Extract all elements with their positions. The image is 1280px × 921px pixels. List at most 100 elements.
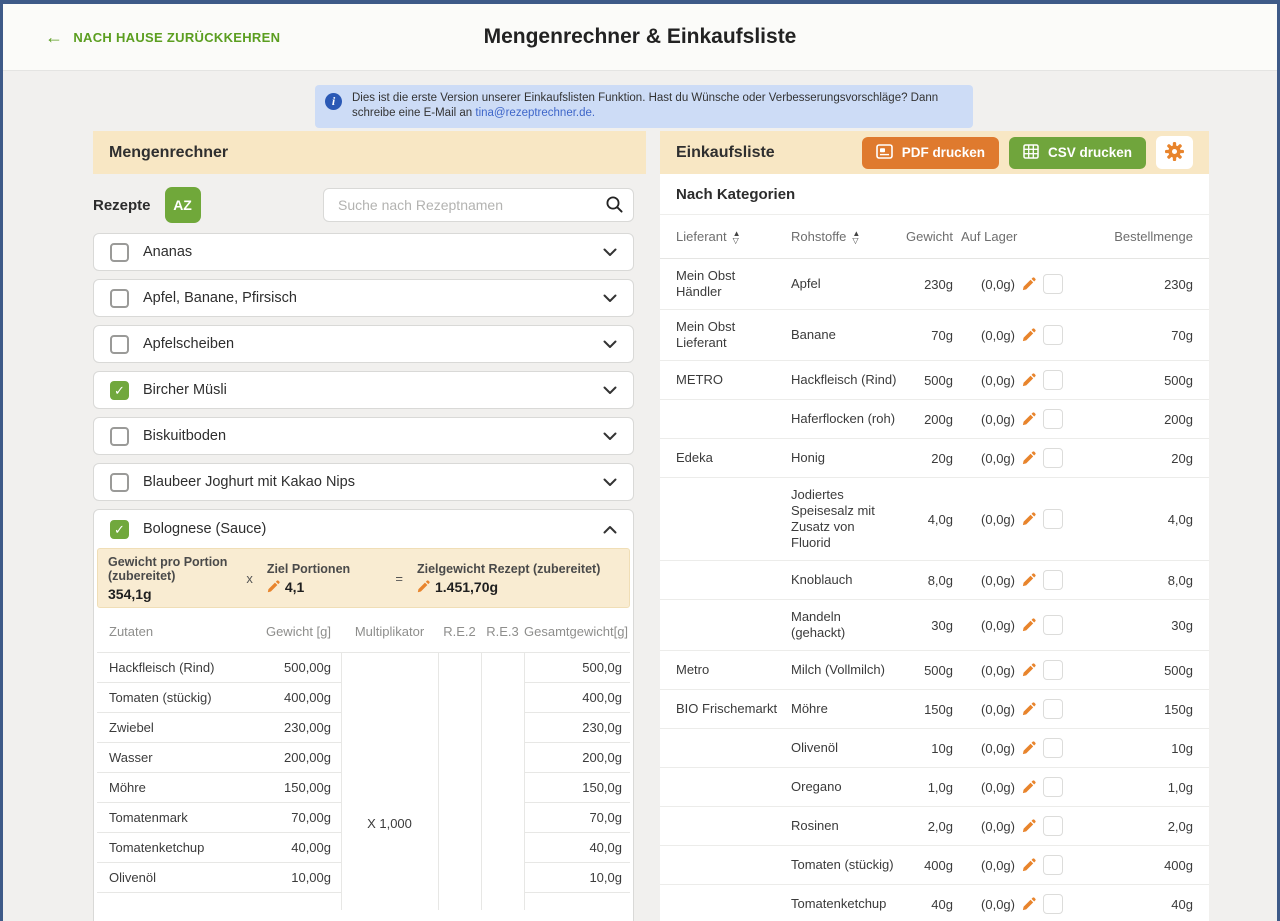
recipe-checkbox[interactable]	[110, 243, 129, 262]
item-cell: Haferflocken (roh)	[791, 411, 903, 427]
edit-pencil-icon[interactable]	[1022, 277, 1036, 291]
chevron-down-icon[interactable]	[603, 248, 617, 257]
sort-icon[interactable]: ▲▽	[733, 230, 741, 244]
page-title: Mengenrechner & Einkaufsliste	[484, 25, 797, 49]
order-cell: 230g	[1070, 277, 1193, 292]
mengenrechner-title: Mengenrechner	[109, 144, 630, 162]
order-cell: 500g	[1070, 373, 1193, 388]
stock-checkbox[interactable]	[1043, 894, 1063, 914]
edit-pencil-icon[interactable]	[1022, 412, 1036, 426]
recipe-row[interactable]: Bolognese (Sauce)	[97, 510, 630, 548]
edit-pencil-icon[interactable]	[1022, 373, 1036, 387]
recipe-row[interactable]: Biskuitboden	[93, 417, 634, 455]
settings-button[interactable]	[1156, 136, 1193, 169]
stock-checkbox[interactable]	[1043, 816, 1063, 836]
back-home-link[interactable]: ← NACH HAUSE ZURÜCKKEHREN	[45, 4, 280, 70]
table-grid-icon	[1023, 144, 1039, 162]
recipe-checkbox[interactable]	[110, 381, 129, 400]
order-cell: 30g	[1070, 618, 1193, 633]
recipe-checkbox[interactable]	[110, 289, 129, 308]
stock-value: (0,0g)	[961, 373, 1015, 388]
column-divider	[481, 652, 482, 910]
stock-checkbox[interactable]	[1043, 570, 1063, 590]
edit-pencil-icon[interactable]	[1022, 512, 1036, 526]
item-cell: Honig	[791, 450, 903, 466]
stock-value: (0,0g)	[961, 573, 1015, 588]
sort-az-button[interactable]: AZ	[165, 187, 201, 223]
sort-icon[interactable]: ▲▽	[852, 230, 860, 244]
stock-checkbox[interactable]	[1043, 325, 1063, 345]
chevron-down-icon[interactable]	[603, 386, 617, 395]
edit-pencil-icon[interactable]	[1022, 780, 1036, 794]
stock-checkbox[interactable]	[1043, 615, 1063, 635]
back-home-label: NACH HAUSE ZURÜCKKEHREN	[73, 30, 280, 45]
col-lieferant: Lieferant	[676, 229, 727, 244]
recipe-checkbox[interactable]	[110, 473, 129, 492]
weight-cell: 230g	[903, 277, 953, 292]
recipe-row[interactable]: Ananas	[93, 233, 634, 271]
csv-print-button[interactable]: CSV drucken	[1009, 137, 1146, 169]
ingredient-total: 70,0g	[524, 803, 630, 833]
edit-pencil-icon[interactable]	[1022, 663, 1036, 677]
recipe-row[interactable]: Apfel, Banane, Pfirsisch	[93, 279, 634, 317]
weight-cell: 150g	[903, 702, 953, 717]
stock-checkbox[interactable]	[1043, 777, 1063, 797]
stock-checkbox[interactable]	[1043, 274, 1063, 294]
edit-pencil-icon[interactable]	[1022, 741, 1036, 755]
stock-cell: (0,0g)	[953, 370, 1070, 390]
search-input[interactable]	[323, 188, 634, 222]
ingredient-row: Tomaten (stückig) 400,00g 400,0g	[97, 683, 630, 713]
stock-checkbox[interactable]	[1043, 509, 1063, 529]
col-rohstoffe: Rohstoffe	[791, 229, 846, 244]
stock-cell: (0,0g)	[953, 570, 1070, 590]
email-link[interactable]: tina@rezeptrechner.de.	[475, 107, 595, 119]
chevron-down-icon[interactable]	[603, 340, 617, 349]
order-cell: 4,0g	[1070, 512, 1193, 527]
recipe-checkbox[interactable]	[110, 520, 129, 539]
stock-checkbox[interactable]	[1043, 370, 1063, 390]
weight-per-portion-value: 354,1g	[108, 586, 232, 602]
edit-pencil-icon[interactable]	[1022, 573, 1036, 587]
stock-value: (0,0g)	[961, 618, 1015, 633]
order-cell: 8,0g	[1070, 573, 1193, 588]
chevron-down-icon[interactable]	[603, 478, 617, 487]
item-cell: Oregano	[791, 779, 903, 795]
pdf-print-button[interactable]: PDF drucken	[862, 137, 999, 169]
edit-pencil-icon[interactable]	[1022, 897, 1036, 911]
recipe-row[interactable]: Bircher Müsli	[93, 371, 634, 409]
stock-checkbox[interactable]	[1043, 855, 1063, 875]
chevron-up-icon[interactable]	[603, 525, 617, 534]
edit-pencil-icon[interactable]	[1022, 702, 1036, 716]
edit-pencil-icon[interactable]	[1022, 858, 1036, 872]
recipe-row[interactable]: Apfelscheiben	[93, 325, 634, 363]
recipe-row[interactable]: Blaubeer Joghurt mit Kakao Nips	[93, 463, 634, 501]
recipe-list: Ananas Apfel, Banane, Pfirsisch Apfels	[93, 233, 634, 501]
target-weight-value: 1.451,70g	[435, 579, 498, 595]
stock-checkbox[interactable]	[1043, 409, 1063, 429]
supplier-cell: Edeka	[676, 450, 791, 466]
stock-cell: (0,0g)	[953, 448, 1070, 468]
recipe-checkbox[interactable]	[110, 335, 129, 354]
stock-checkbox[interactable]	[1043, 660, 1063, 680]
stock-checkbox[interactable]	[1043, 699, 1063, 719]
weight-cell: 10g	[903, 741, 953, 756]
edit-pencil-icon[interactable]	[417, 580, 430, 593]
item-cell: Mandeln (gehackt)	[791, 609, 903, 641]
chevron-down-icon[interactable]	[603, 432, 617, 441]
weight-cell: 20g	[903, 451, 953, 466]
ingredient-total: 230,0g	[524, 713, 630, 743]
stock-cell: (0,0g)	[953, 660, 1070, 680]
equals-sign: =	[395, 571, 403, 586]
edit-pencil-icon[interactable]	[1022, 618, 1036, 632]
chevron-down-icon[interactable]	[603, 294, 617, 303]
edit-pencil-icon[interactable]	[1022, 819, 1036, 833]
back-arrow-icon: ←	[45, 28, 63, 46]
weight-cell: 40g	[903, 897, 953, 912]
recipe-checkbox[interactable]	[110, 427, 129, 446]
stock-checkbox[interactable]	[1043, 448, 1063, 468]
edit-pencil-icon[interactable]	[1022, 451, 1036, 465]
target-portions-value: 4,1	[285, 579, 304, 595]
edit-pencil-icon[interactable]	[1022, 328, 1036, 342]
edit-pencil-icon[interactable]	[267, 580, 280, 593]
stock-checkbox[interactable]	[1043, 738, 1063, 758]
